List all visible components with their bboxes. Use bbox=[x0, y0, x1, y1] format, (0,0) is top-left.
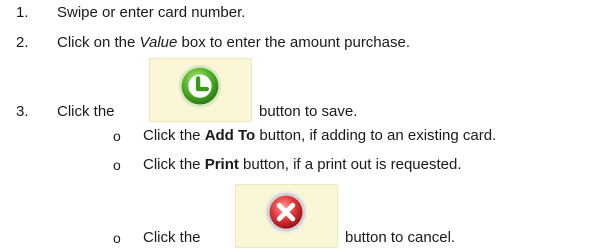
step-text: Click on the Value box to enter the amou… bbox=[57, 34, 411, 51]
sub-item-text-suffix: button to cancel. bbox=[345, 229, 456, 246]
green-save-check-icon bbox=[178, 64, 222, 108]
print-label: Print bbox=[204, 156, 239, 173]
sub-bullet: o bbox=[113, 128, 121, 144]
add-to-label: Add To bbox=[204, 127, 256, 144]
value-field-name: Value bbox=[139, 34, 178, 51]
sub-bullet: o bbox=[113, 157, 121, 173]
sub-item-text: Click the Add To button, if adding to an… bbox=[143, 127, 497, 144]
step-text: Swipe or enter card number. bbox=[57, 4, 246, 21]
save-button-image bbox=[149, 58, 252, 122]
step-number: 3. bbox=[16, 103, 29, 120]
sub-bullet: o bbox=[113, 230, 121, 246]
sub-item-text: Click the Print button, if a print out i… bbox=[143, 156, 462, 173]
step-number: 1. bbox=[16, 4, 29, 21]
step-text-suffix: button to save. bbox=[259, 103, 358, 120]
step-number: 2. bbox=[16, 34, 29, 51]
red-cancel-x-icon bbox=[264, 190, 308, 234]
sub-item-text-prefix: Click the bbox=[143, 229, 201, 246]
step-text-prefix: Click the bbox=[57, 103, 115, 120]
cancel-button-image bbox=[235, 184, 338, 248]
